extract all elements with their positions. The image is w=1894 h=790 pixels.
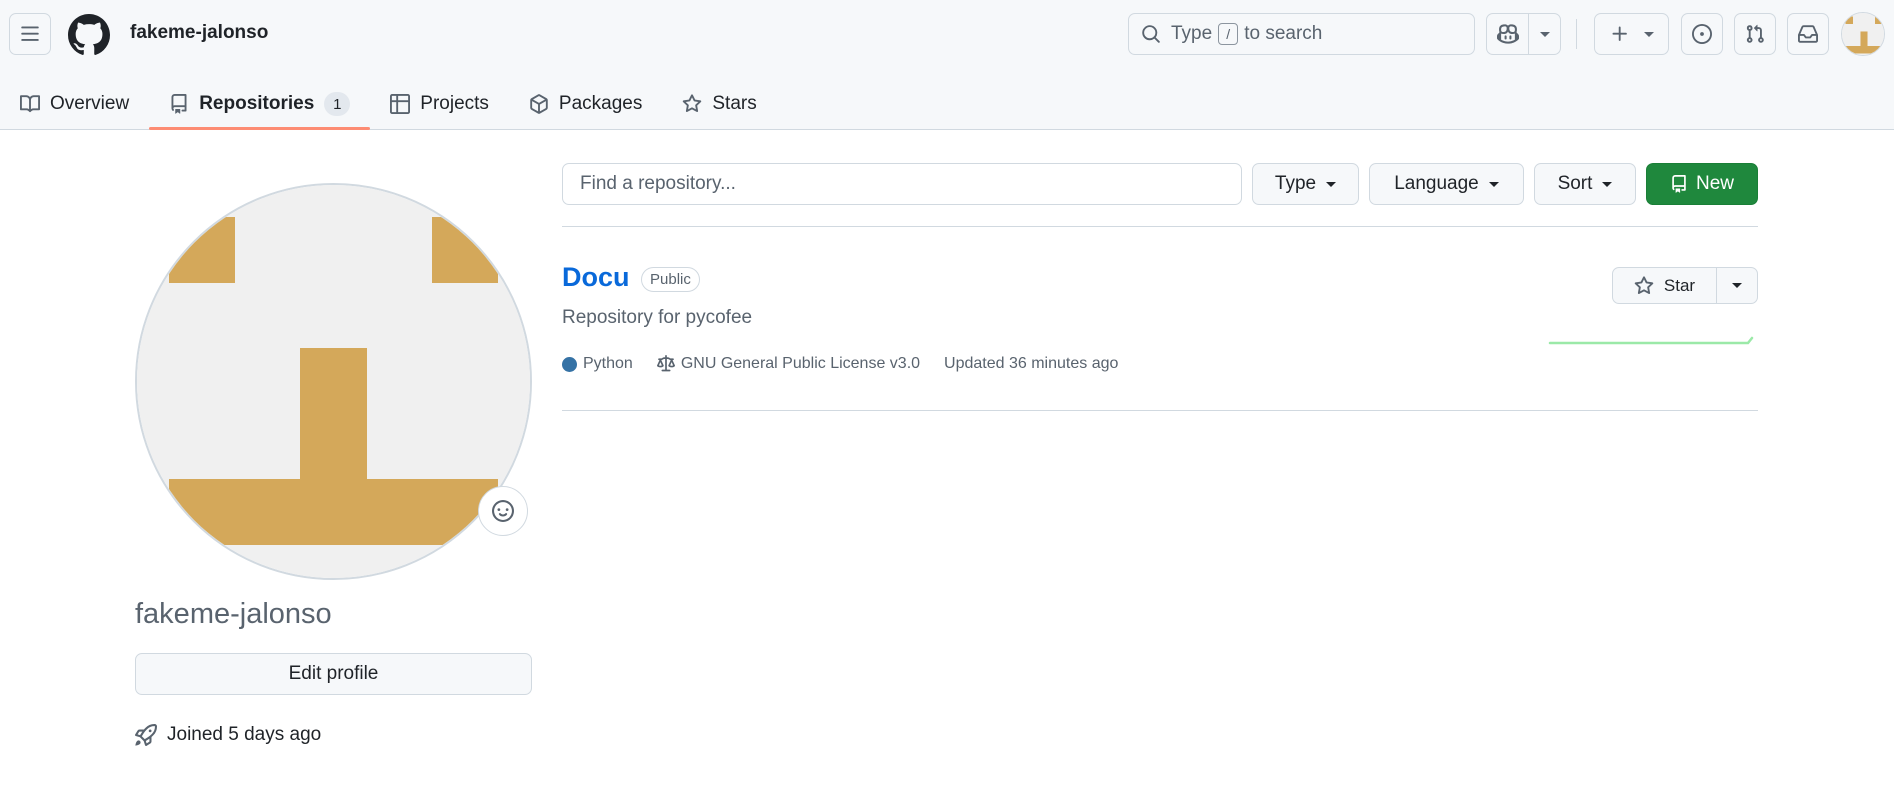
- edit-profile-button[interactable]: Edit profile: [135, 653, 532, 695]
- repository-updated: Updated 36 minutes ago: [944, 355, 1119, 372]
- triangle-down-icon: [1602, 181, 1613, 187]
- tab-packages[interactable]: Packages: [509, 80, 662, 128]
- issues-button[interactable]: [1681, 13, 1723, 55]
- book-icon: [20, 94, 40, 114]
- search-suffix-text: to search: [1244, 23, 1323, 44]
- tab-label: Overview: [50, 93, 130, 114]
- repository-license: GNU General Public License v3.0: [656, 355, 921, 373]
- menu-icon: [20, 24, 40, 44]
- copilot-menu-button[interactable]: [1529, 14, 1560, 54]
- list-divider: [562, 410, 1758, 411]
- inbox-icon: [1798, 24, 1818, 44]
- chevron-down-icon: [1643, 31, 1654, 37]
- tab-label: Repositories: [199, 93, 315, 114]
- create-new-button[interactable]: [1594, 13, 1669, 55]
- tab-stars[interactable]: Stars: [662, 80, 776, 128]
- triangle-down-icon: [1732, 283, 1742, 288]
- profile-tabs: Overview Repositories 1 Projects Package…: [0, 80, 777, 130]
- search-icon: [1141, 24, 1161, 44]
- package-icon: [529, 94, 549, 114]
- language-filter-label: Language: [1394, 173, 1479, 194]
- copilot-icon: [1496, 23, 1519, 45]
- profile-avatar-container: [135, 183, 532, 580]
- star-icon: [682, 94, 702, 114]
- type-filter-button[interactable]: Type: [1252, 163, 1359, 205]
- star-button-group: Star: [1612, 267, 1758, 304]
- profile-avatar[interactable]: [135, 183, 532, 580]
- pull-requests-button[interactable]: [1734, 13, 1776, 55]
- repo-icon: [1670, 175, 1688, 193]
- smiley-icon: [492, 500, 514, 522]
- repository-meta: Python GNU General Public License v3.0 U…: [562, 355, 1142, 373]
- notifications-button[interactable]: [1787, 13, 1829, 55]
- copilot-button-group: [1486, 13, 1561, 55]
- sort-label: Sort: [1557, 173, 1593, 194]
- star-icon: [1634, 275, 1654, 296]
- context-owner-link[interactable]: fakeme-jalonso: [130, 22, 268, 44]
- repository-description: Repository for pycofee: [562, 307, 753, 328]
- copilot-chat-button[interactable]: [1487, 14, 1529, 54]
- list-divider: [562, 226, 1758, 227]
- star-button[interactable]: Star: [1613, 268, 1717, 303]
- language-name: Python: [583, 355, 633, 372]
- tab-label: Packages: [558, 93, 643, 114]
- user-avatar-button[interactable]: [1841, 12, 1885, 56]
- language-color-dot: [562, 356, 577, 372]
- repo-icon: [169, 94, 189, 114]
- table-icon: [390, 94, 411, 114]
- triangle-down-icon: [1488, 181, 1499, 187]
- app-header: fakeme-jalonso Type / to search Overview…: [0, 0, 1894, 130]
- repositories-counter: 1: [324, 92, 351, 116]
- joined-text: Joined 5 days ago: [167, 724, 322, 745]
- global-search-input[interactable]: Type / to search: [1128, 13, 1475, 55]
- tab-repositories[interactable]: Repositories 1: [149, 80, 371, 130]
- tab-overview[interactable]: Overview: [0, 80, 149, 128]
- language-filter-button[interactable]: Language: [1369, 163, 1524, 205]
- header-divider: [1576, 19, 1577, 49]
- joined-info: Joined 5 days ago: [135, 724, 321, 746]
- star-label: Star: [1663, 275, 1696, 295]
- issue-opened-icon: [1692, 24, 1712, 44]
- new-repository-button[interactable]: New: [1646, 163, 1758, 205]
- activity-sparkline: [1548, 336, 1754, 345]
- visibility-badge: Public: [641, 267, 700, 292]
- profile-username: fakeme-jalonso: [135, 598, 332, 630]
- plus-icon: [1610, 24, 1630, 44]
- tab-label: Stars: [712, 93, 757, 114]
- search-prefix-text: Type: [1171, 23, 1213, 44]
- tab-label: Projects: [420, 93, 489, 114]
- star-list-menu-button[interactable]: [1717, 268, 1757, 303]
- repository-language: Python: [562, 355, 633, 373]
- tab-projects[interactable]: Projects: [370, 80, 509, 128]
- search-shortcut-key: /: [1218, 23, 1239, 45]
- type-filter-label: Type: [1274, 173, 1317, 194]
- license-name: GNU General Public License v3.0: [680, 355, 921, 372]
- repository-name-link[interactable]: Docu: [562, 262, 630, 293]
- open-global-navigation-button[interactable]: [9, 13, 51, 55]
- set-status-button[interactable]: [478, 486, 528, 536]
- law-icon: [656, 355, 675, 373]
- find-repository-input[interactable]: Find a repository...: [562, 163, 1242, 205]
- github-logo-icon[interactable]: [68, 14, 110, 56]
- chevron-down-icon: [1539, 31, 1550, 37]
- new-label: New: [1695, 173, 1734, 194]
- git-pull-request-icon: [1745, 24, 1765, 44]
- sort-button[interactable]: Sort: [1534, 163, 1636, 205]
- triangle-down-icon: [1326, 181, 1337, 187]
- rocket-icon: [135, 724, 157, 746]
